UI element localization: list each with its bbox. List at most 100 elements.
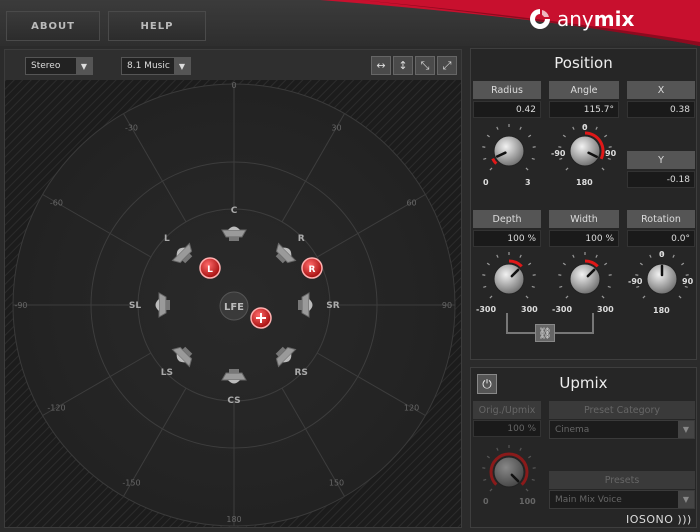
iosono-logo: IOSONO ))) [626,513,692,526]
chain-link-icon: ⛓ [538,326,552,340]
rotation-label: Rotation [627,210,695,228]
rotation-top: 0 [659,250,665,259]
orig-upmix-knob[interactable] [481,444,537,500]
angle-label: Angle [549,81,619,99]
depth-label: Depth [473,210,541,228]
orig-upmix-max: 100 [519,497,536,506]
input-format-select[interactable]: Stereo ▼ [25,57,93,75]
radius-max: 3 [525,178,531,187]
speaker-label: LS [161,368,173,378]
presets-select[interactable]: Main Mix Voice ▼ [549,490,695,509]
angle-label: 30 [331,123,341,132]
angle-label: 0 [231,81,236,90]
radius-knob[interactable] [481,123,537,179]
source-center-handle[interactable] [250,307,272,329]
rotation-left: -90 [628,277,643,286]
presets-label: Presets [549,471,695,489]
depth-min: -300 [476,305,497,314]
angle-label: 60 [406,199,416,208]
source-right[interactable]: R [301,257,323,279]
vertical-arrows-icon: ↕ [398,59,408,72]
output-format-select[interactable]: 8.1 Music ▼ [121,57,191,75]
preset-category-select[interactable]: Cinema ▼ [549,420,695,439]
y-value[interactable]: -0.18 [627,171,695,188]
x-label: X [627,81,695,99]
angle-label: 120 [404,404,419,413]
top-bar: ABOUT HELP anymix [0,0,700,46]
angle-label: 150 [329,479,344,488]
width-max: 300 [597,305,614,314]
lfe-label: LFE [224,302,244,313]
angle-label: -120 [47,404,65,413]
depth-knob[interactable] [481,251,537,307]
zoom-diagonal-alt-button[interactable]: ⤢ [437,56,457,75]
help-button[interactable]: HELP [108,11,206,41]
speaker-label: R [298,234,305,244]
speaker-label: CS [227,396,240,406]
presets-value: Main Mix Voice [555,494,622,505]
width-knob[interactable] [557,251,613,307]
angle-label: 180 [226,515,241,524]
angle-label: -60 [50,199,63,208]
chevron-down-icon: ▼ [678,421,694,438]
output-format-value: 8.1 Music [127,61,170,71]
speaker-label: L [164,234,170,244]
orig-upmix-label: Orig./Upmix [473,401,541,419]
link-depth-width-button[interactable]: ⛓ [535,324,555,342]
source-right-label: R [309,265,316,275]
input-format-value: Stereo [31,61,61,71]
panning-panel: Stereo ▼ 8.1 Music ▼ ↔ ↕ ⤡ ⤢ 0 30 60 90 … [4,49,462,528]
angle-label: -30 [125,123,138,132]
rotation-value[interactable]: 0.0° [627,230,695,247]
speaker-label: RS [294,368,307,378]
rotation-bottom: 180 [653,306,670,315]
zoom-horizontal-button[interactable]: ↔ [371,56,391,75]
zoom-vertical-button[interactable]: ↕ [393,56,413,75]
angle-label: 90 [442,301,452,310]
brand-bold: mix [593,7,635,31]
upmix-panel: ⏻ Upmix Orig./Upmix 100 % 0 100 Preset C… [470,367,697,528]
angle-bottom: 180 [576,178,593,187]
y-label: Y [627,151,695,169]
angle-left: -90 [551,149,566,158]
position-panel: Position Radius 0.42 Angle 115.7° X 0.38… [470,48,697,360]
width-value[interactable]: 100 % [549,230,619,247]
speaker-label: SR [326,301,339,311]
angle-label: -90 [14,301,27,310]
preset-category-label: Preset Category [549,401,695,419]
zoom-diagonal-button[interactable]: ⤡ [415,56,435,75]
anymix-logo: anymix [528,6,678,32]
chevron-down-icon: ▼ [678,491,694,508]
angle-value[interactable]: 115.7° [549,101,619,118]
angle-top: 0 [582,123,588,132]
orig-upmix-min: 0 [483,497,489,506]
brand-prefix: any [557,7,594,31]
anymix-logo-icon [530,9,550,29]
angle-right: 90 [605,149,617,158]
diagonal-down-arrows-icon: ⤡ [420,58,430,72]
rotation-right: 90 [682,277,694,286]
orig-upmix-value[interactable]: 100 % [473,420,541,437]
x-value[interactable]: 0.38 [627,101,695,118]
horizontal-arrows-icon: ↔ [376,59,386,72]
chevron-down-icon: ▼ [174,58,190,74]
upmix-title: Upmix [559,374,608,392]
radius-value[interactable]: 0.42 [473,101,541,118]
chevron-down-icon: ▼ [76,58,92,74]
preset-category-value: Cinema [555,424,590,435]
angle-label: -150 [122,479,140,488]
panner-toolbar: Stereo ▼ 8.1 Music ▼ ↔ ↕ ⤡ ⤢ [5,50,461,80]
source-left-label: L [207,265,213,275]
lfe-speaker: LFE [219,291,249,321]
radius-min: 0 [483,178,489,187]
diagonal-up-arrows-icon: ⤢ [442,58,452,72]
source-left[interactable]: L [199,257,221,279]
radius-label: Radius [473,81,541,99]
panning-stage[interactable]: 0306090120150180-150-120-90-60-30 CL RSL S… [5,80,461,527]
width-label: Width [549,210,619,228]
speaker-label: C [231,206,238,216]
depth-value[interactable]: 100 % [473,230,541,247]
about-button[interactable]: ABOUT [6,11,100,41]
position-title: Position [554,54,613,72]
speaker-label: SL [129,301,141,311]
